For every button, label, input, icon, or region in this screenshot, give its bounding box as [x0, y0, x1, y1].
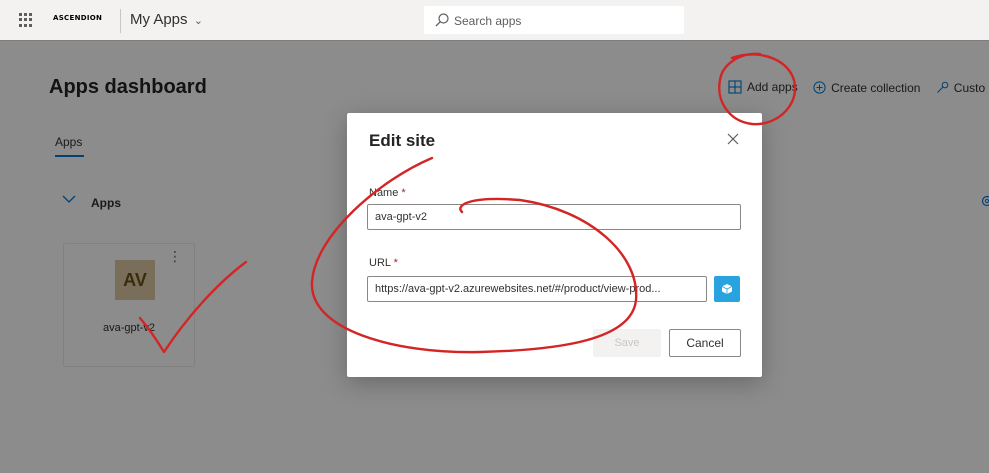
- app-switcher[interactable]: My Apps ⌄: [130, 11, 203, 28]
- app-name: My Apps: [130, 11, 188, 28]
- url-field[interactable]: https://ava-gpt-v2.azurewebsites.net/#/p…: [367, 276, 707, 302]
- url-label-text: URL: [369, 257, 391, 269]
- edit-site-dialog: Edit site Name * ava-gpt-v2 URL * https:…: [347, 113, 762, 377]
- search-input[interactable]: Search apps: [424, 6, 684, 34]
- dialog-title: Edit site: [369, 131, 436, 150]
- url-field-label: URL *: [369, 257, 398, 269]
- search-placeholder: Search apps: [454, 14, 522, 28]
- save-button[interactable]: Save: [593, 329, 661, 357]
- app-launcher-icon[interactable]: [19, 13, 33, 27]
- chevron-down-icon: ⌄: [193, 15, 203, 27]
- search-icon: [435, 13, 449, 27]
- top-bar: ASCENDION My Apps ⌄ Search apps: [0, 0, 989, 41]
- name-label-text: Name: [369, 187, 399, 199]
- divider: [120, 9, 121, 33]
- name-field-label: Name *: [369, 187, 406, 199]
- company-logo: ASCENDION: [53, 14, 103, 22]
- url-picker-button[interactable]: [714, 276, 740, 302]
- name-field[interactable]: ava-gpt-v2: [367, 204, 741, 230]
- close-icon[interactable]: [727, 133, 739, 145]
- required-marker: *: [393, 257, 398, 269]
- cube-icon: [721, 284, 733, 294]
- required-marker: *: [401, 187, 406, 199]
- cancel-button[interactable]: Cancel: [669, 329, 741, 357]
